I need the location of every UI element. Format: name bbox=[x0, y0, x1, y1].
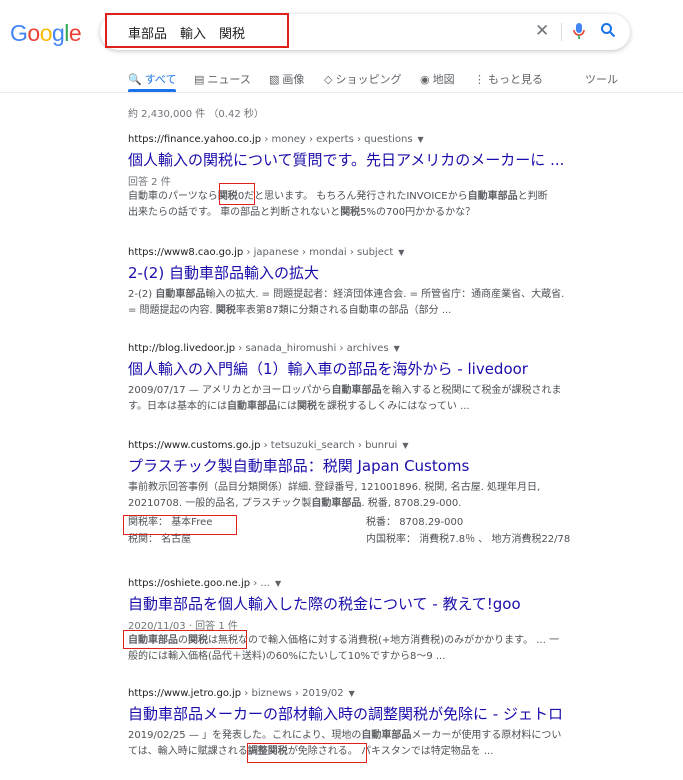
clear-icon[interactable]: ✕ bbox=[535, 21, 549, 41]
caret-down-icon[interactable]: ▼ bbox=[275, 579, 281, 588]
result-snippet: 自動車のパーツなら関税0だと思います。 もちろん発行されたINVOICEから自動… bbox=[128, 191, 548, 218]
result-title[interactable]: 個人輸入の関税について質問です。先日アメリカのメーカーに ... bbox=[128, 149, 598, 170]
annotation-box bbox=[247, 743, 367, 763]
annotation-box bbox=[219, 183, 255, 205]
search-result: https://oshiete.goo.ne.jp › ... ▼ 自動車部品を個… bbox=[128, 578, 598, 665]
tag-icon: ◇ bbox=[324, 73, 333, 86]
tab-shopping[interactable]: ◇ ショッピング bbox=[324, 71, 401, 87]
search-icon[interactable] bbox=[600, 22, 616, 42]
result-stats: 約 2,430,000 件 （0.42 秒） bbox=[128, 109, 264, 120]
tab-news[interactable]: ▤ ニュース bbox=[194, 71, 251, 87]
result-url[interactable]: https://finance.yahoo.co.jp › money › ex… bbox=[128, 134, 598, 145]
search-result: http://blog.livedoor.jp › sanada_hiromus… bbox=[128, 343, 598, 415]
tab-all[interactable]: 🔍 すべて bbox=[128, 71, 177, 87]
annotation-box bbox=[123, 630, 247, 649]
search-icon: 🔍 bbox=[128, 73, 142, 86]
active-tab-indicator bbox=[128, 89, 176, 92]
search-result: https://www8.cao.go.jp › japanese › mond… bbox=[128, 247, 598, 319]
caret-down-icon[interactable]: ▼ bbox=[418, 135, 424, 144]
logo-letter: o bbox=[39, 20, 53, 46]
result-title[interactable]: プラスチック製自動車部品：税関 Japan Customs bbox=[128, 455, 598, 476]
caret-down-icon[interactable]: ▼ bbox=[402, 441, 408, 450]
tab-images[interactable]: ▧ 画像 bbox=[269, 71, 304, 87]
result-url[interactable]: http://blog.livedoor.jp › sanada_hiromus… bbox=[128, 343, 598, 354]
google-logo[interactable]: Google bbox=[10, 20, 82, 47]
result-meta: 回答 2 件 bbox=[128, 177, 171, 188]
result-snippet: 2-(2) 自動車部品輸入の拡大. = 問題提起者：経済団体連合会. = 所管省… bbox=[128, 289, 565, 316]
result-title[interactable]: 個人輸入の入門編（1）輸入車の部品を海外から - livedoor bbox=[128, 358, 598, 379]
image-icon: ▧ bbox=[269, 73, 280, 86]
caret-down-icon[interactable]: ▼ bbox=[394, 344, 400, 353]
logo-letter: G bbox=[10, 20, 28, 46]
result-title[interactable]: 自動車部品を個人輸入した際の税金について - 教えて!goo bbox=[128, 593, 598, 614]
caret-down-icon[interactable]: ▼ bbox=[398, 248, 404, 257]
logo-letter: g bbox=[51, 20, 65, 46]
more-icon: ⋮ bbox=[474, 73, 485, 86]
result-title[interactable]: 自動車部品メーカーの部材輸入時の調整関税が免除に - ジェトロ bbox=[128, 703, 598, 724]
annotation-box bbox=[123, 515, 237, 535]
hs-code-field: 税番： 8708.29-000 bbox=[366, 517, 464, 528]
result-url[interactable]: https://www8.cao.go.jp › japanese › mond… bbox=[128, 247, 598, 258]
news-icon: ▤ bbox=[194, 73, 205, 86]
pin-icon: ◉ bbox=[420, 73, 430, 86]
logo-letter: e bbox=[68, 20, 82, 46]
tab-tools[interactable]: ツール bbox=[585, 71, 618, 87]
result-snippet: 事前教示回答事例（品目分類関係）詳細. 登録番号, 121001896. 税関,… bbox=[128, 482, 541, 509]
customs-office-field: 税関： 名古屋 bbox=[128, 534, 192, 545]
annotation-box bbox=[105, 13, 289, 48]
tab-maps[interactable]: ◉ 地図 bbox=[420, 71, 455, 87]
caret-down-icon[interactable]: ▼ bbox=[349, 689, 355, 698]
result-url[interactable]: https://www.customs.go.jp › tetsuzuki_se… bbox=[128, 440, 598, 451]
result-url[interactable]: https://www.jetro.go.jp › biznews › 2019… bbox=[128, 688, 598, 699]
logo-letter: o bbox=[27, 20, 40, 46]
search-result: https://finance.yahoo.co.jp › money › ex… bbox=[128, 134, 598, 221]
search-tabs: 🔍 すべて ▤ ニュース ▧ 画像 ◇ ショッピング ◉ 地図 ⋮ もっと見る ツール bbox=[0, 66, 683, 93]
microphone-icon[interactable] bbox=[572, 22, 586, 44]
result-snippet: 2009/07/17 — アメリカとかヨーロッパから自動車部品を輸入すると税関に… bbox=[128, 385, 562, 412]
domestic-tax-field: 内国税率： 消費税7.8％ 、 地方消費税22/78 bbox=[366, 534, 571, 545]
result-url[interactable]: https://oshiete.goo.ne.jp › ... ▼ bbox=[128, 578, 598, 589]
search-divider bbox=[561, 23, 562, 41]
result-title[interactable]: 2-(2) 自動車部品輸入の拡大 bbox=[128, 262, 598, 283]
tab-more[interactable]: ⋮ もっと見る bbox=[474, 71, 543, 87]
